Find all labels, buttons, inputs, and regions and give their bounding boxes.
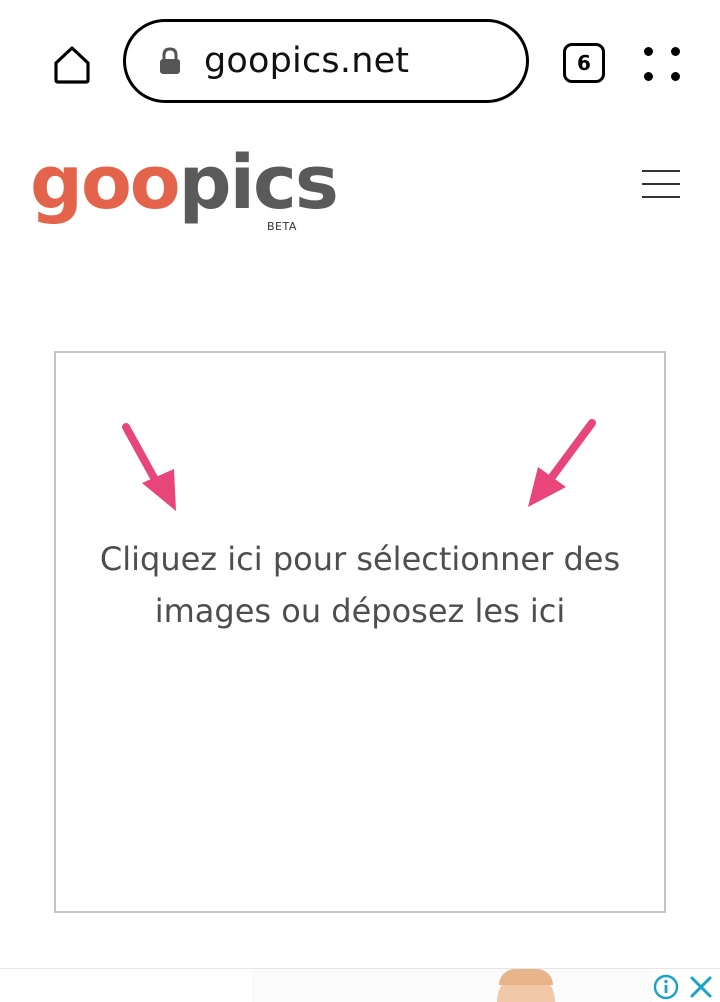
beta-badge: BETA (267, 220, 297, 233)
logo-goo: goo (30, 140, 181, 226)
menu-dot (671, 47, 680, 56)
ad-image (252, 969, 652, 1002)
site-header: goo pics BETA (0, 128, 720, 238)
info-icon[interactable] (653, 974, 679, 1000)
ad-person-hair (499, 969, 553, 985)
tab-count: 6 (577, 51, 591, 75)
close-icon[interactable] (688, 974, 714, 1000)
instruction-line-2: images ou déposez les ici (154, 592, 566, 630)
goopics-logo[interactable]: goo pics BETA (30, 140, 339, 233)
menu-dot (644, 47, 653, 56)
ad-banner[interactable] (0, 968, 720, 1002)
upload-dropzone[interactable]: Cliquez ici pour sélectionner des images… (54, 351, 666, 913)
upload-instructions: Cliquez ici pour sélectionner des images… (56, 533, 664, 637)
home-button[interactable] (46, 38, 98, 90)
hamburger-icon[interactable] (642, 170, 680, 200)
lock-icon (156, 45, 184, 77)
browser-toolbar: goopics.net 6 (0, 0, 720, 128)
ad-text-area (0, 969, 253, 1002)
menu-dot (644, 72, 653, 81)
url-text: goopics.net (204, 41, 410, 81)
tab-switcher-button[interactable]: 6 (563, 43, 605, 83)
arrow-down-left-icon (528, 419, 596, 507)
logo-pics: pics (178, 140, 339, 226)
arrow-down-right-icon (122, 423, 176, 511)
instruction-line-1: Cliquez ici pour sélectionner des (99, 540, 621, 578)
menu-dot (671, 72, 680, 81)
home-icon (54, 46, 90, 84)
browser-menu-button[interactable] (640, 42, 684, 86)
address-bar[interactable]: goopics.net (123, 19, 529, 103)
